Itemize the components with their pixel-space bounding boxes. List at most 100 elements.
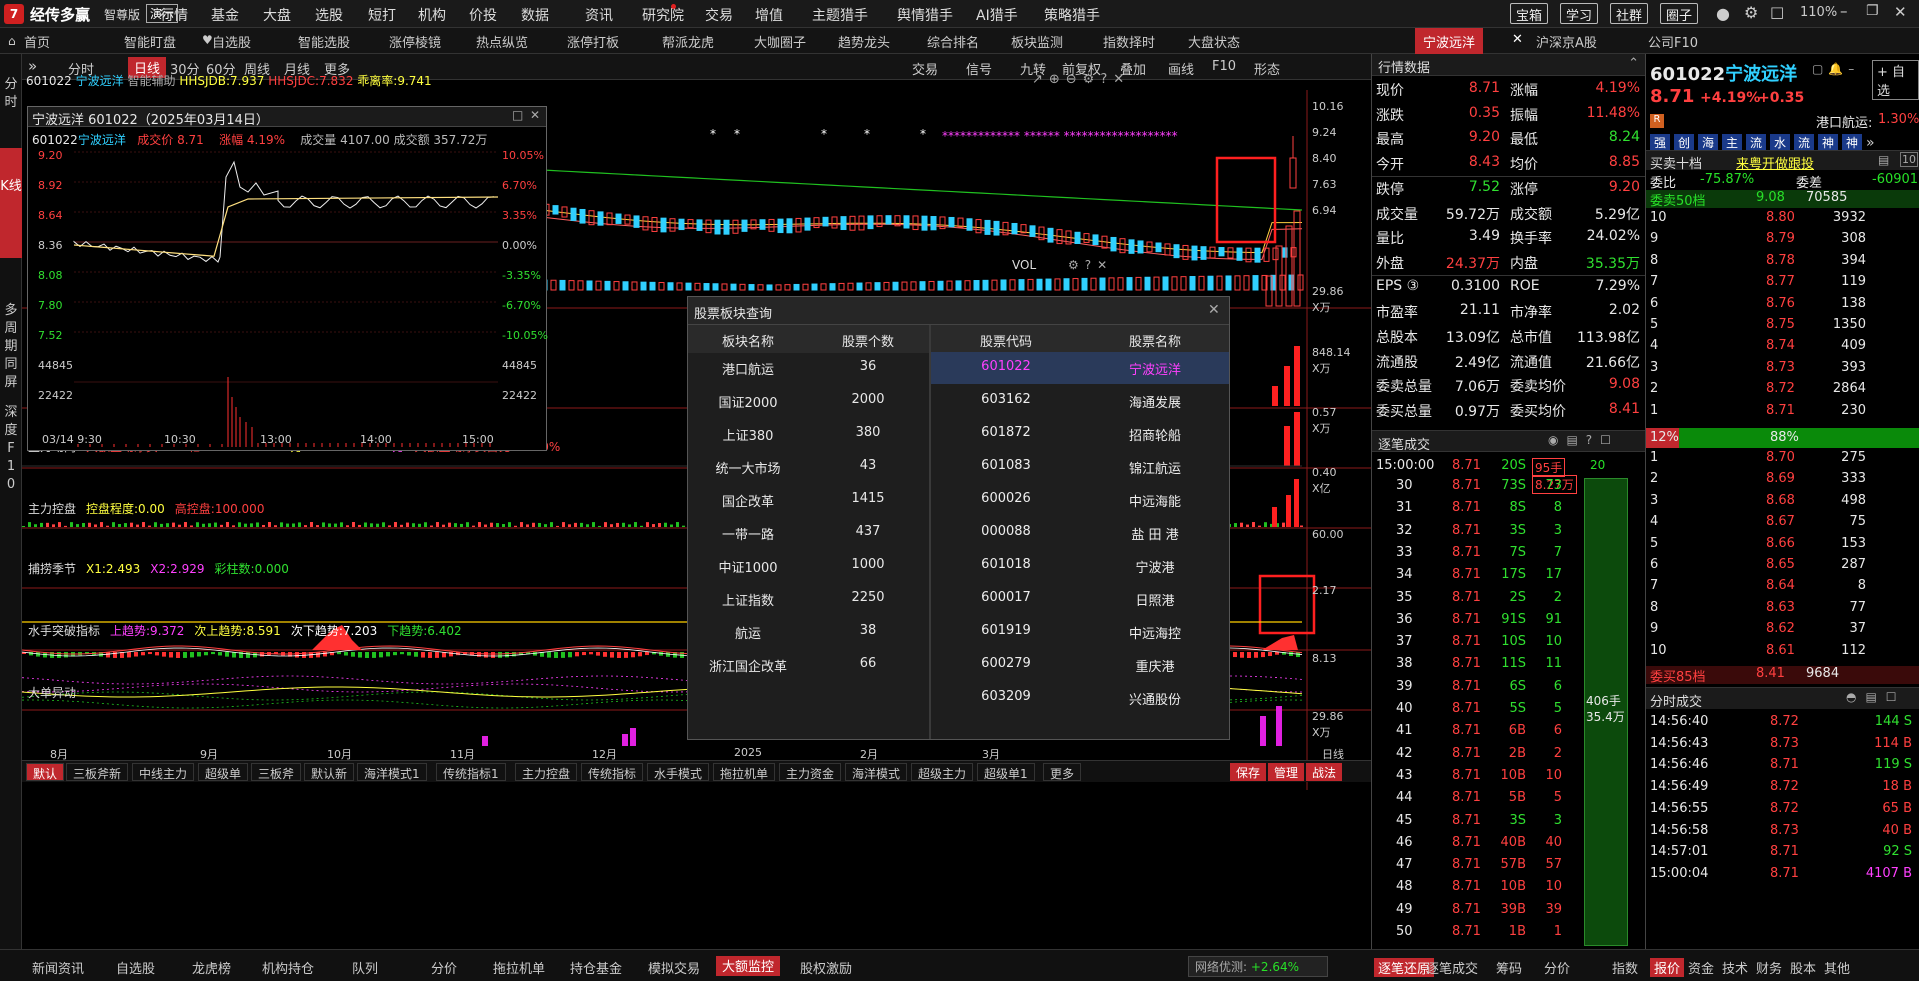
menu-item-5[interactable]: 机构 [418,5,446,25]
intraday-maximize-icon[interactable]: □ [512,108,523,122]
indicator-action-0[interactable]: 保存 [1230,763,1267,781]
indicator-tab-7[interactable]: 传统指标1 [436,763,506,781]
bottom-right-4[interactable]: 指数 [1612,958,1638,977]
dialog-close-icon[interactable]: ✕ [1208,302,1220,318]
stock-name-cell[interactable]: 宁波港 [1081,557,1229,576]
tab-11[interactable]: 板块监测 [1011,32,1063,51]
sector-count[interactable]: 66 [808,656,928,671]
heart-icon[interactable]: ♥ [202,33,213,47]
tags-expand-icon[interactable]: » [1866,135,1875,151]
indicator-action-2[interactable]: 战法 [1306,763,1343,781]
close-icon[interactable]: ✕ [1894,3,1907,21]
tool-0[interactable]: 交易 [912,59,938,78]
sector-count[interactable]: 1000 [808,557,928,572]
menu-item-0[interactable]: 行情 [160,5,188,25]
menu-item-3[interactable]: 选股 [315,5,343,25]
sidebar-item-multi-period[interactable]: 多周期同屏 [4,302,18,392]
self-select-button[interactable]: + 自选 [1872,60,1919,100]
indicator-tab-11[interactable]: 拖拉机单 [713,763,776,781]
sector-name[interactable]: 航运 [688,623,808,642]
tab-1[interactable]: 智能盯盘 [124,32,176,51]
menu-item-4[interactable]: 短打 [368,5,396,25]
bottom-right-1[interactable]: 逐笔成交 [1426,958,1478,977]
indicator-tab-6[interactable]: 海洋模式1 [357,763,427,781]
stock-code-cell[interactable]: 601919 [931,623,1081,638]
stock-name-cell[interactable]: 中远海控 [1081,623,1229,642]
stock-code-cell[interactable]: 603162 [931,392,1081,407]
sector-name[interactable]: 一带一路 [688,524,808,543]
bottom-nav-4[interactable]: 队列 [352,958,378,977]
list-icon[interactable]: ▤ [1878,153,1889,167]
sector-count[interactable]: 1415 [808,491,928,506]
bottom-nav-5[interactable]: 分价 [431,958,457,977]
stock-code-cell[interactable]: 601018 [931,557,1081,572]
indicator-tab-9[interactable]: 传统指标 [581,763,644,781]
bottom-right-8[interactable]: 财务 [1756,958,1782,977]
stock-code-cell[interactable]: 601022 [931,359,1081,374]
restore-icon[interactable]: ❐ [1866,3,1879,19]
stock-name-cell[interactable]: 中远海能 [1081,491,1229,510]
collapse-icon[interactable]: ⌃ [1628,56,1639,71]
stock-name-cell[interactable]: 盐 田 港 [1081,524,1229,543]
sidebar-item-timeshare[interactable]: 分时 [4,76,18,116]
chart-controls[interactable]: ↗⊕⊖⚙?✕ [1032,72,1130,87]
menu-item-13[interactable]: 舆情猎手 [897,5,953,25]
sector-count[interactable]: 38 [808,623,928,638]
tab-12[interactable]: 指数择时 [1103,32,1155,51]
stock-code-cell[interactable]: 600017 [931,590,1081,605]
indicator-tab-2[interactable]: 中线主力 [132,763,195,781]
follow-link[interactable]: 来粤开做跟投 [1736,153,1814,172]
indicator-tab-0[interactable]: 默认 [26,763,65,781]
bottom-nav-6[interactable]: 拖拉机单 [493,958,545,977]
sector-count[interactable]: 2250 [808,590,928,605]
tab-15[interactable]: 沪深京A股 [1536,32,1597,51]
community-button[interactable]: 社群 [1610,3,1649,24]
stock-name-cell[interactable]: 兴通股份 [1081,689,1229,708]
sidebar-item-kline[interactable]: K线 [0,148,22,258]
bottom-right-3[interactable]: 分价 [1544,958,1570,977]
stock-name-cell[interactable]: 日照港 [1081,590,1229,609]
intraday-close-icon[interactable]: ✕ [530,108,540,122]
menu-item-9[interactable]: 研究院 [642,5,684,25]
indicator-tab-5[interactable]: 默认新 [304,763,355,781]
bottom-right-7[interactable]: 技术 [1722,958,1748,977]
sector-name[interactable]: 上证指数 [688,590,808,609]
tool-6[interactable]: F10 [1212,59,1236,74]
bottom-nav-2[interactable]: 龙虎榜 [192,958,231,977]
menu-item-10[interactable]: 交易 [705,5,733,25]
menu-item-8[interactable]: 资讯 [585,5,613,25]
minimize-icon[interactable]: – [1840,2,1848,20]
indicator-tab-14[interactable]: 超级主力 [911,763,974,781]
stock-name-cell[interactable]: 招商轮船 [1081,425,1229,444]
menu-item-1[interactable]: 基金 [211,5,239,25]
minute-trades-controls[interactable]: ◓▤☐ [1846,690,1906,704]
tab-13[interactable]: 大盘状态 [1188,32,1240,51]
tab-0[interactable]: 首页 [24,32,50,51]
ten-level-toggle[interactable]: 10 [1900,152,1918,167]
stock-code-cell[interactable]: 603209 [931,689,1081,704]
tab-7[interactable]: 帮派龙虎 [662,32,714,51]
ticks-controls[interactable]: ◉▤?☐ [1548,433,1619,447]
learn-button[interactable]: 学习 [1560,3,1599,24]
sector-count[interactable]: 36 [808,359,928,374]
bottom-nav-8[interactable]: 模拟交易 [648,958,700,977]
tab-2[interactable]: 自选股 [212,32,251,51]
zoom-level[interactable]: 110% [1800,5,1837,20]
menu-item-2[interactable]: 大盘 [263,5,291,25]
user-icon[interactable]: ● [1716,4,1730,23]
menu-item-12[interactable]: 主题猎手 [812,5,868,25]
bottom-nav-9[interactable]: 大额监控 [716,956,781,976]
bottom-right-10[interactable]: 其他 [1824,958,1850,977]
sector-name[interactable]: 国证2000 [688,392,808,411]
tab-9[interactable]: 趋势龙头 [838,32,890,51]
tab-5[interactable]: 热点纵览 [476,32,528,51]
sector-name[interactable]: 港口航运 [688,359,808,378]
tab-4[interactable]: 涨停棱镜 [389,32,441,51]
indicator-tab-4[interactable]: 三板斧 [251,763,302,781]
indicator-action-1[interactable]: 管理 [1268,763,1305,781]
tab-10[interactable]: 综合排名 [927,32,979,51]
bottom-right-5[interactable]: 报价 [1650,958,1685,977]
circle-button[interactable]: 圈子 [1660,3,1699,24]
tool-7[interactable]: 形态 [1254,59,1280,78]
indicator-tab-10[interactable]: 水手模式 [647,763,710,781]
